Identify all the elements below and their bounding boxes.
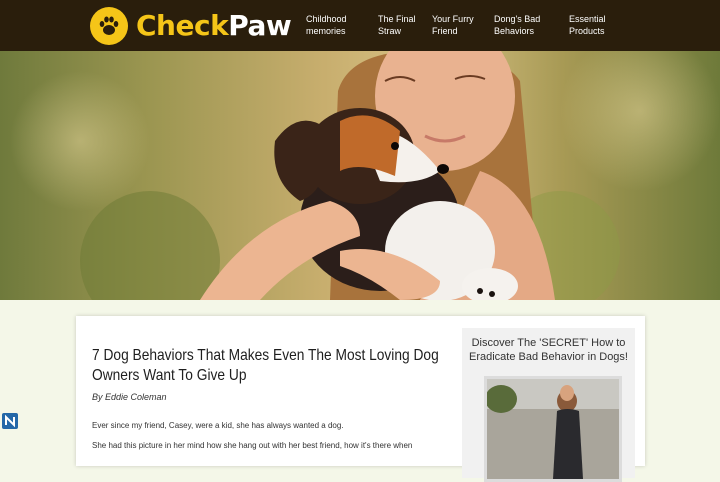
- hero-illustration: [10, 51, 720, 300]
- nav-label-line1: Your Furry: [432, 14, 474, 24]
- hero-image: [0, 51, 720, 300]
- sidebar-promo: Discover The 'SECRET' How to Eradicate B…: [462, 328, 635, 482]
- nav-item-essential-products[interactable]: Essential Products: [569, 13, 606, 37]
- nav-label-line1: The Final: [378, 14, 416, 24]
- sidebar-title[interactable]: Discover The 'SECRET' How to Eradicate B…: [468, 336, 629, 364]
- brand-name: CheckPaw: [136, 9, 292, 42]
- accessibility-icon[interactable]: [2, 413, 18, 429]
- promo-photo: [487, 379, 619, 479]
- article-title[interactable]: 7 Dog Behaviors That Makes Even The Most…: [92, 346, 445, 386]
- nav-item-bad-behaviors[interactable]: Dong's Bad Behaviors: [494, 13, 540, 37]
- article-paragraph-1: Ever since my friend, Casey, were a kid,…: [92, 421, 344, 430]
- nav-label-line1: Essential: [569, 14, 606, 24]
- article-paragraph-2: She had this picture in her mind how she…: [92, 441, 413, 450]
- article-byline: By Eddie Coleman: [92, 392, 167, 402]
- site-header: CheckPaw Childhood memories The Final St…: [0, 0, 720, 51]
- nav-item-childhood-memories[interactable]: Childhood memories: [306, 13, 347, 37]
- paw-icon: [90, 7, 128, 45]
- site-logo[interactable]: CheckPaw: [90, 6, 292, 46]
- nav-item-final-straw[interactable]: The Final Straw: [378, 13, 416, 37]
- nav-item-your-furry-friend[interactable]: Your Furry Friend: [432, 13, 474, 37]
- nav-label-line2: Products: [569, 26, 605, 36]
- nav-label-line1: Childhood: [306, 14, 347, 24]
- sidebar-promo-image[interactable]: [484, 376, 622, 482]
- nav-label-line2: Friend: [432, 26, 458, 36]
- brand-part1: Check: [136, 9, 229, 42]
- nav-label-line2: memories: [306, 26, 346, 36]
- article-card: 7 Dog Behaviors That Makes Even The Most…: [76, 316, 645, 482]
- brand-part2: Paw: [228, 9, 292, 42]
- nav-label-line2: Behaviors: [494, 26, 535, 36]
- nav-label-line2: Straw: [378, 26, 402, 36]
- nav-label-line1: Dong's Bad: [494, 14, 541, 24]
